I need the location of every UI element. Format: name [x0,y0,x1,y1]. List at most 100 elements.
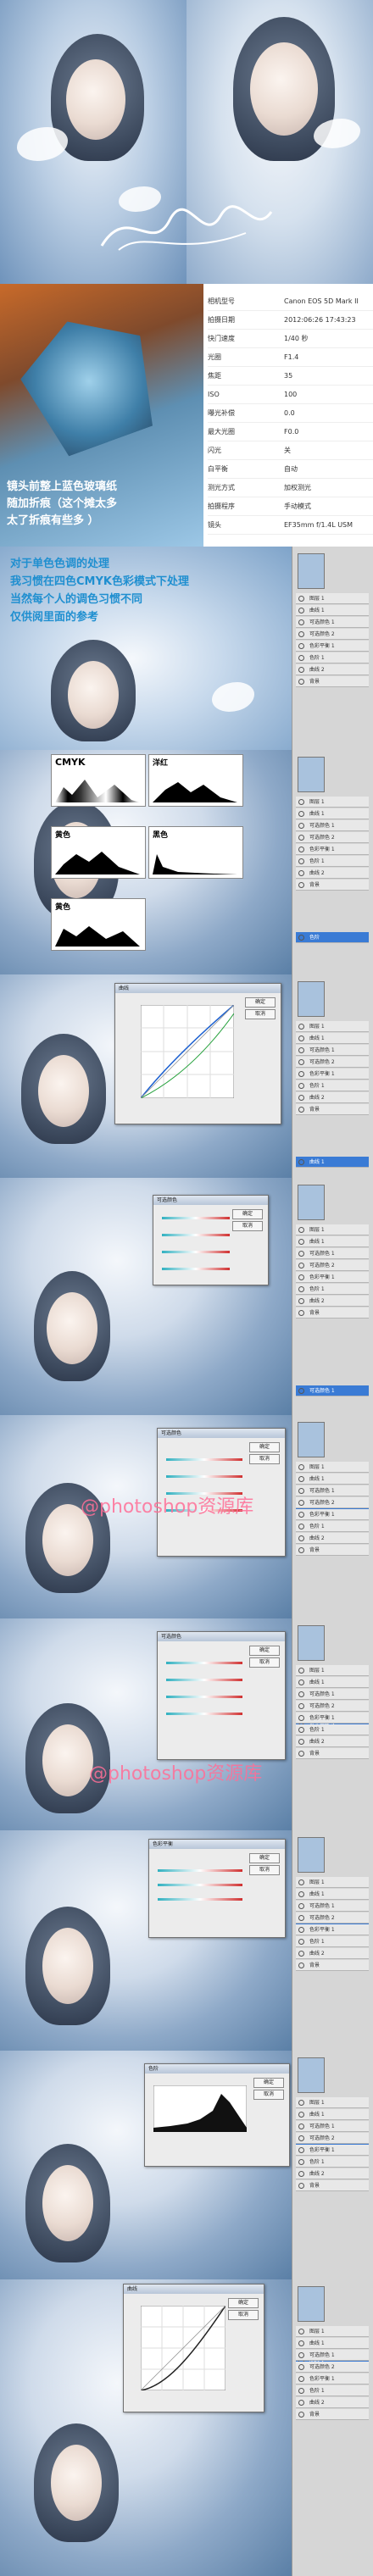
eye-icon[interactable] [298,1239,304,1245]
eye-icon[interactable] [298,1963,304,1968]
eye-icon[interactable] [298,643,304,649]
eye-icon[interactable] [298,1251,304,1257]
selective1-cancel-button[interactable]: 取消 [232,1221,263,1231]
layer-row[interactable]: 可选颜色 2 [296,2362,369,2373]
eye-icon[interactable] [298,823,304,829]
eye-icon[interactable] [298,2183,304,2189]
eye-icon[interactable] [298,1059,304,1065]
eye-icon[interactable] [298,1263,304,1269]
layer-row[interactable]: 图层 1 [296,797,369,808]
eye-icon[interactable] [298,1512,304,1518]
curves-cancel-button[interactable]: 取消 [245,1009,276,1019]
layer-row[interactable]: 可选颜色 1 [296,617,369,628]
eye-icon[interactable] [298,1524,304,1530]
eye-icon[interactable] [298,679,304,685]
eye-icon[interactable] [298,847,304,852]
layer-row[interactable]: 可选颜色 2 [296,629,369,640]
layer-row[interactable]: 色彩平衡 1 [296,1272,369,1283]
balance-ok-button[interactable]: 确定 [249,1853,280,1863]
layer-row[interactable]: 可选颜色 2 [296,832,369,843]
layer-row[interactable]: 图层 1 [296,593,369,604]
selective3-cancel-button[interactable]: 取消 [249,1657,280,1668]
layer-row[interactable]: 图层 1 [296,1462,369,1473]
eye-icon[interactable] [298,1286,304,1292]
layer-row[interactable]: 可选颜色 1 [296,1485,369,1496]
eye-icon[interactable] [298,2376,304,2382]
layer-row[interactable]: 曲线 1 [296,1677,369,1688]
layer-row[interactable]: 色阶 1 [296,1284,369,1295]
selective3-ok-button[interactable]: 确定 [249,1646,280,1656]
layer-row[interactable]: 图层 1 [296,2097,369,2108]
eye-icon[interactable] [298,882,304,888]
layer-row[interactable]: 曲线 1 [296,808,369,819]
layer-row[interactable]: 曲线 2 [296,2168,369,2179]
eye-icon[interactable] [298,2112,304,2118]
eye-icon[interactable] [298,1476,304,1482]
layer-row[interactable]: 图层 1 [296,1224,369,1235]
layer-row[interactable]: 背景 [296,1104,369,1115]
layer-row[interactable]: 曲线 1 [296,2338,369,2349]
eye-icon[interactable] [298,608,304,613]
layer-row[interactable]: 色阶 1 [296,1521,369,1532]
eye-icon[interactable] [298,2100,304,2106]
layer-row[interactable]: 色阶 1 [296,1724,369,1735]
eye-icon[interactable] [298,1274,304,1280]
eye-icon[interactable] [298,1298,304,1304]
curves-ok-button[interactable]: 确定 [245,997,276,1008]
eye-icon[interactable] [298,1083,304,1089]
eye-icon[interactable] [298,2364,304,2370]
eye-icon[interactable] [298,631,304,637]
eye-icon[interactable] [298,655,304,661]
eye-icon[interactable] [298,799,304,805]
eye-icon[interactable] [298,2135,304,2141]
eye-icon[interactable] [298,1891,304,1897]
levels-cancel-button[interactable]: 取消 [253,2090,284,2100]
eye-icon[interactable] [298,1739,304,1745]
eye-icon[interactable] [298,835,304,841]
layer-row[interactable]: 可选颜色 1 [296,1901,369,1912]
eye-icon[interactable] [298,1679,304,1685]
layer-row[interactable]: 背景 [296,1960,369,1971]
layer-row[interactable]: 色彩平衡 1 [296,844,369,855]
layer-row[interactable]: 色阶 1 [296,1936,369,1947]
layer-row[interactable]: 色彩平衡 1 [296,2373,369,2384]
eye-icon[interactable] [298,619,304,625]
layer-row[interactable]: 色阶 1 [296,652,369,663]
layer-row[interactable]: 背景 [296,2409,369,2420]
layer-selected[interactable]: 色阶 [296,932,369,943]
eye-icon[interactable] [298,1751,304,1757]
layer-row[interactable]: 背景 [296,880,369,891]
layer-row[interactable]: 曲线 2 [296,868,369,879]
layer-row[interactable]: 色彩平衡 1 [296,1924,369,1935]
layer-row[interactable]: 可选颜色 2 [296,1260,369,1271]
eye-icon[interactable] [298,1668,304,1674]
layer-row[interactable]: 曲线 2 [296,664,369,675]
eye-icon[interactable] [298,1727,304,1733]
eye-icon[interactable] [298,667,304,673]
eye-icon[interactable] [298,858,304,864]
layer-row[interactable]: 色彩平衡 1 [296,2145,369,2156]
eye-icon[interactable] [298,1035,304,1041]
eye-icon[interactable] [298,1547,304,1553]
layer-row[interactable]: 图层 1 [296,1021,369,1032]
eye-icon[interactable] [298,811,304,817]
layer-row[interactable]: 曲线 2 [296,1736,369,1747]
layer-row[interactable]: 曲线 1 [296,1033,369,1044]
eye-icon[interactable] [298,2340,304,2346]
eye-icon[interactable] [298,1047,304,1053]
layer-row[interactable]: 色彩平衡 1 [296,1713,369,1724]
eye-icon[interactable] [298,2124,304,2129]
layer-row[interactable]: 可选颜色 1 [296,1689,369,1700]
layer-row[interactable]: 可选颜色 2 [296,1701,369,1712]
layer-row[interactable]: 曲线 1 [296,1889,369,1900]
eye-icon[interactable] [298,2159,304,2165]
layer-row[interactable]: 背景 [296,1307,369,1319]
layer-row[interactable]: 曲线 2 [296,1092,369,1103]
layer-row[interactable]: 背景 [296,1545,369,1556]
final-curves-cancel-button[interactable]: 取消 [228,2310,259,2320]
eye-icon[interactable] [298,1879,304,1885]
layer-row[interactable]: 色彩平衡 1 [296,1509,369,1520]
eye-icon[interactable] [298,1703,304,1709]
layer-row[interactable]: 可选颜色 1 [296,2121,369,2132]
layer-row[interactable]: 曲线 2 [296,1533,369,1544]
